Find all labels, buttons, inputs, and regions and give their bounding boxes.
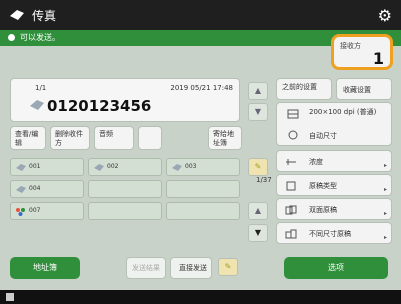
address-book-button[interactable]: 地址簿: [10, 257, 80, 279]
previous-settings-button[interactable]: 之前的设置: [276, 78, 332, 100]
memo-button[interactable]: ✎: [218, 258, 238, 276]
one-touch-grid: 001 002 003 004 007: [10, 158, 240, 250]
favorite-settings-button[interactable]: 收藏设置: [336, 78, 392, 100]
fax-icon: [10, 10, 24, 20]
one-touch-cell[interactable]: 002: [88, 158, 162, 176]
recipient-count-value: 1: [372, 49, 384, 68]
title-bar: 传真 ⚙: [0, 0, 401, 30]
density-icon: [286, 159, 296, 165]
recipient-count-label: 接收方: [340, 42, 361, 50]
one-touch-cell[interactable]: 007: [10, 202, 84, 220]
one-touch-cell[interactable]: 004: [10, 180, 84, 198]
duplex-original-button[interactable]: 双面原稿 ▸: [276, 198, 392, 220]
direct-send-button[interactable]: 直接发送: [170, 257, 212, 279]
page-down-button[interactable]: ▼: [248, 224, 268, 242]
audio-button[interactable]: 音频: [94, 126, 134, 150]
fax-icon: [16, 186, 26, 193]
original-type-button[interactable]: 原稿类型 ▸: [276, 174, 392, 196]
gear-icon[interactable]: ⚙: [378, 6, 392, 25]
bottom-bar: [0, 290, 401, 304]
resolution-icon: [287, 109, 299, 119]
original-type-icon: [286, 181, 296, 191]
fax-destination-icon: [30, 100, 44, 110]
one-touch-cell[interactable]: [166, 180, 240, 198]
page-up-button[interactable]: ▲: [248, 202, 268, 220]
mixed-size-icon: [285, 229, 297, 239]
one-touch-cell[interactable]: [166, 202, 240, 220]
fax-icon: [172, 164, 182, 171]
blank-button[interactable]: [138, 126, 162, 150]
fax-number: 0120123456: [47, 97, 152, 115]
app-title: 传真: [32, 9, 57, 23]
one-touch-cell[interactable]: [88, 202, 162, 220]
scroll-down-button[interactable]: ▼: [248, 103, 268, 121]
one-touch-cell[interactable]: [88, 180, 162, 198]
address-book-register-button[interactable]: 寄给地址簿: [208, 126, 242, 150]
mixed-size-button[interactable]: 不同尺寸原稿 ▸: [276, 222, 392, 244]
auto-size-icon: [288, 130, 298, 140]
pin-button[interactable]: ✎: [248, 158, 268, 176]
one-touch-cell[interactable]: 001: [10, 158, 84, 176]
stop-icon: [6, 293, 14, 301]
status-dot-icon: [8, 34, 15, 41]
destination-index: 1/1: [35, 84, 47, 92]
destination-display[interactable]: 1/1 2019 05/21 17:48 0120123456: [10, 78, 240, 122]
one-touch-page: 1/37: [256, 176, 272, 184]
delete-destination-button[interactable]: 删除收件方: [50, 126, 90, 150]
duplex-icon: [285, 205, 297, 215]
options-button[interactable]: 选项: [284, 257, 388, 279]
scroll-up-button[interactable]: ▲: [248, 82, 268, 100]
group-icon: [16, 208, 25, 216]
fax-icon: [16, 164, 26, 171]
recipient-count-box: 接收方 1: [331, 34, 393, 70]
fax-icon: [94, 164, 104, 171]
tx-result-button[interactable]: 发送结果: [126, 257, 166, 279]
status-text: 可以发送。: [20, 33, 60, 42]
resolution-button[interactable]: 200×100 dpi (普通) 自动尺寸: [276, 102, 392, 146]
view-edit-button[interactable]: 查看/编辑: [10, 126, 46, 150]
density-button[interactable]: 浓度 ▸: [276, 150, 392, 172]
destination-timestamp: 2019 05/21 17:48: [170, 84, 233, 92]
one-touch-cell[interactable]: 003: [166, 158, 240, 176]
